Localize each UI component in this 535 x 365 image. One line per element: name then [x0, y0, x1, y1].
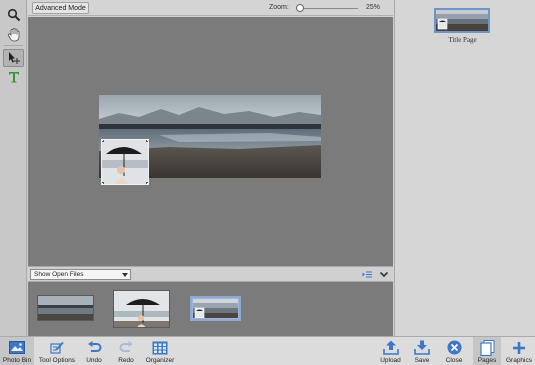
resize-handle[interactable]: [146, 140, 148, 142]
upload-label: Upload: [380, 357, 401, 364]
move-tool[interactable]: [3, 49, 24, 67]
undo-icon: [87, 340, 101, 352]
tool-separator: [4, 45, 23, 46]
hand-tool[interactable]: [3, 25, 24, 43]
advanced-mode-button[interactable]: Advanced Mode: [32, 2, 89, 14]
composite-thumbnail-image: [193, 299, 238, 318]
graphics-label: Graphics: [505, 357, 532, 364]
organizer-label: Organizer: [145, 357, 175, 364]
title-page-thumbnail[interactable]: [434, 8, 490, 33]
tool-options-button[interactable]: Tool Options: [36, 337, 78, 365]
photo-bin-button[interactable]: Photo Bin: [0, 337, 34, 365]
tools-panel: [0, 0, 27, 336]
pages-panel: Title Page: [394, 0, 535, 336]
resize-handle[interactable]: [102, 182, 104, 184]
upload-icon: [382, 340, 399, 355]
show-open-files-dropdown[interactable]: Show Open Files: [30, 269, 131, 280]
bin-thumbnail[interactable]: [113, 290, 170, 328]
zoom-tool[interactable]: [3, 6, 24, 24]
resize-handle[interactable]: [146, 182, 148, 184]
bin-menu-button[interactable]: [362, 270, 373, 279]
photo-bin-label: Photo Bin: [2, 357, 32, 364]
redo-label: Redo: [118, 357, 134, 364]
photo-bin-header: Show Open Files: [28, 266, 393, 282]
undo-button[interactable]: Undo: [82, 337, 106, 365]
close-label: Close: [445, 357, 463, 364]
hand-icon: [7, 27, 19, 41]
type-t-icon: [8, 72, 19, 83]
resize-handle[interactable]: [102, 140, 104, 142]
list-menu-icon: [362, 271, 372, 278]
redo-icon: [119, 340, 133, 352]
pages-button[interactable]: Pages: [473, 337, 501, 365]
umbrella-photo-layer[interactable]: [101, 139, 149, 185]
magnifier-icon: [7, 8, 20, 22]
redo-button[interactable]: Redo: [114, 337, 138, 365]
zoom-slider[interactable]: [296, 4, 358, 13]
undo-label: Undo: [86, 357, 102, 364]
save-button[interactable]: Save: [409, 337, 435, 365]
photo-bin: [28, 282, 393, 336]
options-bar: Advanced Mode Zoom: 25%: [28, 0, 393, 16]
organizer-button[interactable]: Organizer: [143, 337, 177, 365]
zoom-slider-track: [296, 8, 358, 9]
zoom-value: 25%: [366, 4, 381, 11]
pages-label: Pages: [477, 357, 497, 364]
collapse-bin-button[interactable]: [379, 270, 389, 279]
close-button[interactable]: Close: [441, 337, 467, 365]
save-icon: [414, 340, 430, 355]
umbrella-photo-image: [102, 140, 148, 184]
zoom-label: Zoom:: [269, 4, 289, 11]
upload-button[interactable]: Upload: [377, 337, 404, 365]
tool-options-icon: [49, 341, 64, 354]
dropdown-arrow-icon: [122, 273, 128, 277]
chevron-down-icon: [379, 271, 389, 278]
type-tool[interactable]: [3, 68, 24, 86]
zoom-slider-thumb[interactable]: [296, 4, 304, 12]
page-thumbnail-image: [436, 10, 488, 31]
bin-thumbnail[interactable]: [37, 295, 94, 321]
beach-thumbnail-image: [38, 296, 93, 320]
taskbar: Photo Bin Tool Options Undo Redo Organiz…: [0, 336, 535, 365]
tool-options-label: Tool Options: [38, 357, 76, 364]
dropdown-value: Show Open Files: [34, 271, 84, 278]
page-label: Title Page: [448, 36, 477, 44]
save-label: Save: [414, 357, 430, 364]
close-icon: [447, 340, 461, 355]
bin-thumbnail-selected[interactable]: [192, 298, 239, 319]
pages-icon: [479, 339, 494, 356]
photo-bin-icon: [9, 341, 25, 354]
graphics-button[interactable]: Graphics: [504, 337, 534, 365]
umbrella-thumbnail-image: [114, 291, 169, 327]
graphics-plus-icon: [513, 341, 525, 354]
organizer-icon: [152, 341, 168, 354]
document-canvas[interactable]: [28, 17, 393, 266]
move-cursor-icon: [9, 52, 20, 64]
